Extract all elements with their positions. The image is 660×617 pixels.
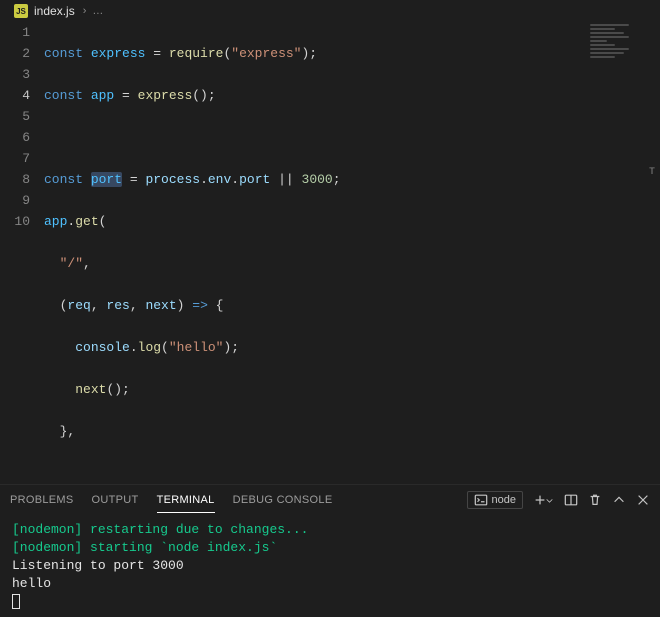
terminal-line: hello [12,575,648,593]
line-number: 6 [0,127,30,148]
tab-output[interactable]: OUTPUT [92,494,139,506]
line-number: 4 [0,85,30,106]
close-icon [636,493,650,507]
tab-problems[interactable]: PROBLEMS [10,494,74,506]
breadcrumb: JS index.js › … [0,0,660,22]
code-line[interactable]: const port = process.env.port || 3000; [44,169,341,190]
terminal-output[interactable]: [nodemon] restarting due to changes... [… [0,515,660,617]
line-number: 3 [0,64,30,85]
bottom-panel: PROBLEMS OUTPUT TERMINAL DEBUG CONSOLE n… [0,484,660,617]
new-terminal-button[interactable] [533,493,554,507]
terminal-shell-label: node [492,494,516,506]
terminal-shell-select[interactable]: node [467,491,523,509]
code-editor[interactable]: 1 2 3 4 5 6 7 8 9 10 const express = req… [0,22,660,484]
terminal-icon [474,493,488,507]
code-line[interactable]: const app = express(); [44,85,341,106]
terminal-cursor [12,594,20,609]
line-number: 7 [0,148,30,169]
line-number-gutter: 1 2 3 4 5 6 7 8 9 10 [0,22,44,484]
split-terminal-button[interactable] [564,493,578,507]
open-file-name[interactable]: index.js [34,4,75,18]
panel-actions: node [467,491,650,509]
code-line[interactable]: "/", [44,253,341,274]
tab-debug-console[interactable]: DEBUG CONSOLE [233,494,333,506]
minimap[interactable] [586,22,642,232]
line-number: 9 [0,190,30,211]
code-line[interactable]: }, [44,421,341,442]
kill-terminal-button[interactable] [588,493,602,507]
line-number: 5 [0,106,30,127]
editor-scrollbar[interactable]: T [644,22,660,242]
code-line[interactable]: (req, res, next) => { [44,295,341,316]
highlighted-word: port [91,172,122,187]
code-line[interactable]: app.get( [44,211,341,232]
chevron-down-icon [545,496,554,505]
code-content[interactable]: const express = require("express"); cons… [44,22,341,484]
line-number: 10 [0,211,30,232]
line-number: 8 [0,169,30,190]
code-line[interactable] [44,127,341,148]
code-line[interactable]: const express = require("express"); [44,43,341,64]
terminal-line: [nodemon] restarting due to changes... [12,521,648,539]
terminal-line: Listening to port 3000 [12,557,648,575]
scroll-mark: T [649,162,657,170]
js-file-icon: JS [14,4,28,18]
split-icon [564,493,578,507]
line-number: 2 [0,43,30,64]
chevron-right-icon: › [83,5,87,17]
line-number: 1 [0,22,30,43]
terminal-line: [nodemon] starting `node index.js` [12,539,648,557]
trash-icon [588,493,602,507]
maximize-panel-button[interactable] [612,493,626,507]
code-line[interactable]: console.log("hello"); [44,337,341,358]
code-line[interactable]: next(); [44,379,341,400]
panel-tab-bar: PROBLEMS OUTPUT TERMINAL DEBUG CONSOLE n… [0,485,660,515]
tab-terminal[interactable]: TERMINAL [157,494,215,506]
terminal-cursor-line[interactable] [12,593,648,611]
breadcrumb-more[interactable]: … [92,5,103,17]
close-panel-button[interactable] [636,493,650,507]
chevron-up-icon [612,493,626,507]
